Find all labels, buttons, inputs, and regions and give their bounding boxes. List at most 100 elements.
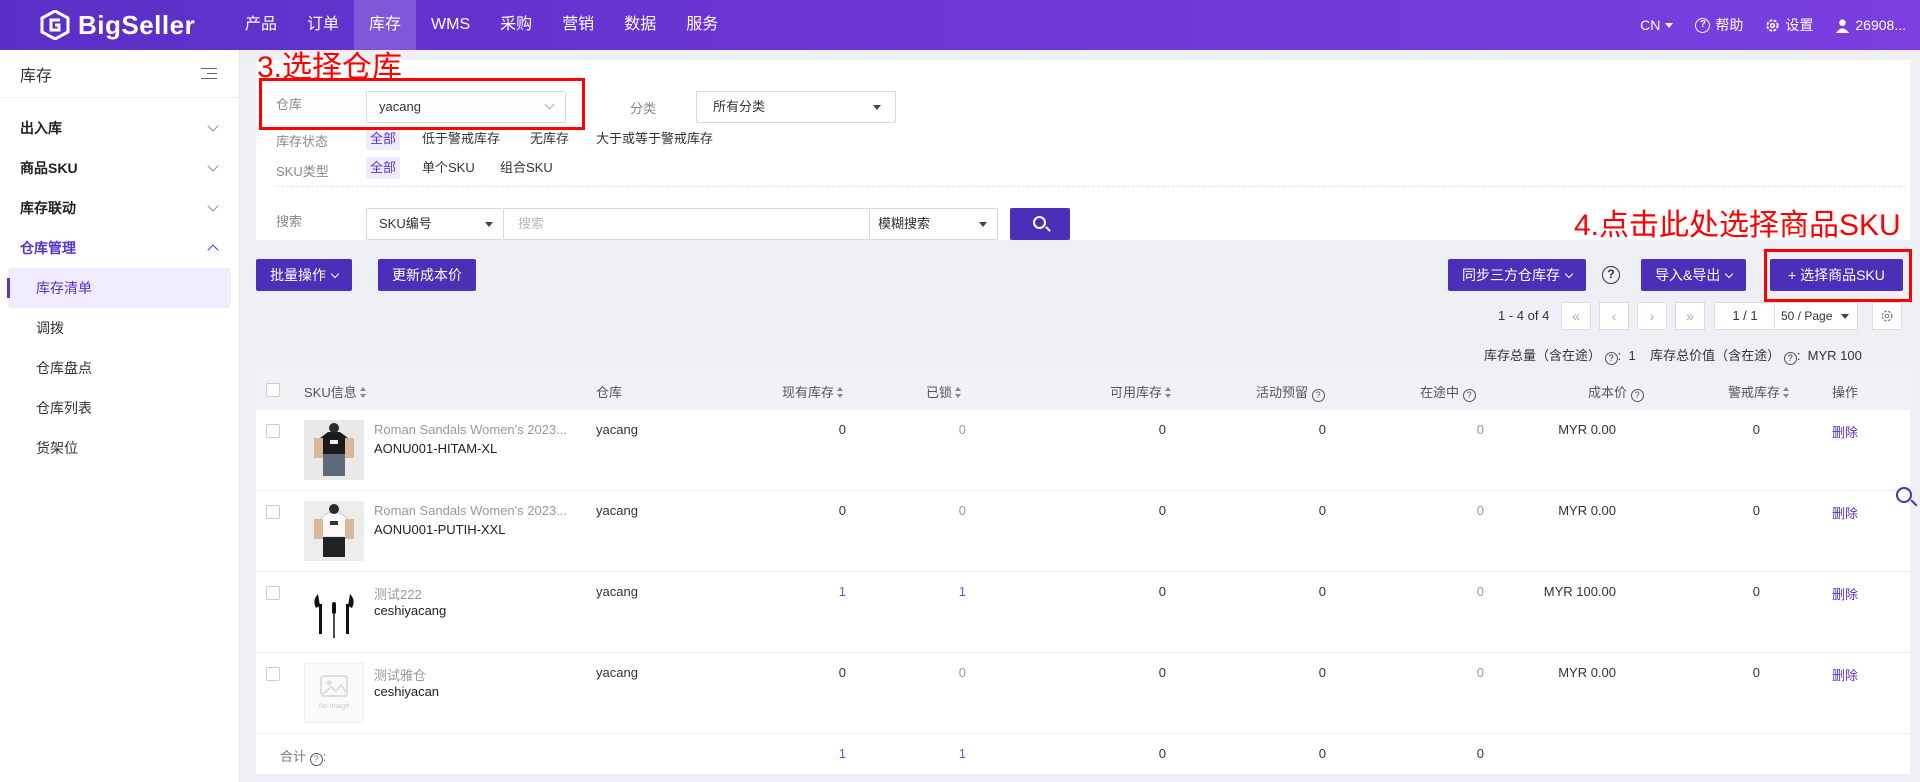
help-link[interactable]: ? 帮助 [1695, 15, 1743, 35]
sidebar-item-stocktake[interactable]: 仓库盘点 [0, 348, 239, 388]
select-all-checkbox[interactable] [266, 383, 280, 397]
row-checkbox[interactable] [266, 667, 280, 681]
locked-cell[interactable]: 0 [896, 665, 966, 680]
nav-item-data[interactable]: 数据 [609, 0, 671, 50]
help-icon[interactable]: ? [1604, 352, 1618, 365]
search-input[interactable]: 搜索 [503, 208, 870, 240]
sidebar-item-stock-list[interactable]: 库存清单 [7, 268, 231, 308]
delete-link[interactable]: 删除 [1832, 665, 1858, 684]
page-indicator[interactable]: 1 / 1 [1714, 302, 1776, 330]
help-icon[interactable]: ? [1630, 389, 1644, 402]
stock-status-below-alert[interactable]: 低于警戒库存 [422, 128, 500, 150]
transit-cell[interactable]: 0 [1414, 422, 1484, 437]
category-select-value: 所有分类 [713, 99, 766, 114]
search-button[interactable] [1010, 208, 1070, 240]
no-image-icon [320, 675, 348, 697]
settings-link[interactable]: 设置 [1765, 15, 1813, 35]
delete-link[interactable]: 删除 [1832, 503, 1858, 522]
stock-status-none[interactable]: 无库存 [530, 128, 569, 150]
locked-cell[interactable]: 0 [896, 422, 966, 437]
import-export-button[interactable]: 导入&导出 [1641, 259, 1747, 291]
search-mode-select[interactable]: 模糊搜索 [869, 208, 998, 240]
col-label: 已锁 [926, 385, 953, 400]
next-page-button[interactable]: › [1637, 302, 1667, 330]
help-icon[interactable]: ? [309, 753, 323, 766]
brand-logo[interactable]: BigSeller [40, 8, 195, 42]
footer-label-text: 合计 [280, 749, 307, 764]
search-field-value: SKU编号 [379, 216, 432, 231]
floating-search-icon[interactable] [1896, 487, 1912, 503]
row-checkbox[interactable] [266, 505, 280, 519]
sort-icon [1783, 387, 1790, 398]
col-onhand[interactable]: 现有库存 [782, 382, 844, 401]
sku-type-all[interactable]: 全部 [366, 157, 401, 179]
nav-item-service[interactable]: 服务 [671, 0, 733, 50]
sidebar-group-sku[interactable]: 商品SKU [0, 148, 239, 188]
col-alert[interactable]: 警戒库存 [1728, 382, 1790, 401]
onhand-cell[interactable]: 1 [776, 584, 846, 599]
user-menu[interactable]: 26908... [1835, 17, 1906, 33]
last-page-button[interactable]: » [1675, 302, 1705, 330]
help-label: 帮助 [1715, 17, 1744, 33]
warehouse-cell: yacang [596, 584, 638, 599]
sort-icon [837, 387, 844, 398]
locked-cell[interactable]: 1 [896, 584, 966, 599]
language-selector[interactable]: CN [1640, 17, 1674, 33]
locked-cell[interactable]: 0 [896, 503, 966, 518]
stock-status-above-alert[interactable]: 大于或等于警戒库存 [596, 128, 713, 150]
search-field-select[interactable]: SKU编号 [366, 208, 504, 240]
col-available[interactable]: 可用库存 [1110, 382, 1172, 401]
help-icon[interactable]: ? [1462, 389, 1476, 402]
nav-item-wms[interactable]: WMS [416, 0, 485, 50]
sku-type-combo[interactable]: 组合SKU [500, 157, 553, 179]
footer-reserved: 0 [1318, 746, 1326, 761]
sidebar-group-inout[interactable]: 出入库 [0, 108, 239, 148]
transit-cell[interactable]: 0 [1414, 584, 1484, 599]
delete-link[interactable]: 删除 [1832, 584, 1858, 603]
sidebar-item-shelves[interactable]: 货架位 [0, 428, 239, 468]
sidebar-group-sync[interactable]: 库存联动 [0, 188, 239, 228]
row-checkbox[interactable] [266, 424, 280, 438]
transit-cell[interactable]: 0 [1414, 503, 1484, 518]
page-size-select[interactable]: 50 / Page [1774, 302, 1858, 330]
help-icon[interactable]: ? [1311, 389, 1325, 402]
update-cost-button[interactable]: 更新成本价 [378, 259, 476, 291]
sidebar-item-warehouse-list[interactable]: 仓库列表 [0, 388, 239, 428]
table-row: Roman Sandals Women's 2023... AONU001-HI… [256, 410, 1910, 491]
product-name[interactable]: Roman Sandals Women's 2023... [374, 422, 579, 437]
footer-available: 0 [1158, 746, 1166, 761]
page-size-value: 50 / Page [1781, 309, 1833, 323]
help-icon[interactable]: ? [1783, 352, 1797, 365]
sidebar-item-transfer[interactable]: 调拨 [0, 308, 239, 348]
sidebar-group-label: 库存联动 [20, 200, 76, 216]
col-label: SKU信息 [304, 385, 357, 400]
cost-cell: MYR 0.00 [1558, 503, 1616, 518]
column-settings-button[interactable] [1872, 302, 1902, 330]
col-locked[interactable]: 已锁 [926, 382, 962, 401]
help-icon[interactable]: ? [1602, 266, 1620, 284]
nav-item-purchase[interactable]: 采购 [485, 0, 547, 50]
first-page-button[interactable]: « [1561, 302, 1591, 330]
sync-3pl-button[interactable]: 同步三方仓库存 [1448, 259, 1586, 291]
delete-link[interactable]: 删除 [1832, 422, 1858, 441]
table-header: SKU信息 仓库 现有库存 已锁 可用库存 活动预留 ? 在途中 ? 成本价 ?… [256, 370, 1910, 410]
chevron-down-icon [1725, 269, 1734, 279]
transit-cell[interactable]: 0 [1414, 665, 1484, 680]
row-checkbox[interactable] [266, 586, 280, 600]
sidebar-header: 库存 [0, 50, 239, 98]
menu-collapse-icon[interactable] [201, 67, 217, 80]
product-name[interactable]: Roman Sandals Women's 2023... [374, 503, 579, 518]
stock-status-all[interactable]: 全部 [366, 128, 401, 150]
prev-page-button[interactable]: ‹ [1599, 302, 1629, 330]
product-name[interactable]: 测试雅仓 [374, 665, 579, 684]
table-row: No Image 测试雅仓 ceshiyacan yacang 0 0 0 0 … [256, 653, 1910, 734]
product-name[interactable]: 测试222 [374, 584, 579, 603]
nav-item-marketing[interactable]: 营销 [547, 0, 609, 50]
sidebar-group-warehouse[interactable]: 仓库管理 [0, 228, 239, 268]
col-sku-info[interactable]: SKU信息 [304, 382, 367, 401]
sku-type-single[interactable]: 单个SKU [422, 157, 475, 179]
category-label: 分类 [630, 101, 657, 116]
bulk-actions-button[interactable]: 批量操作 [256, 259, 352, 291]
category-select[interactable]: 所有分类 [696, 91, 896, 123]
sidebar: 库存 出入库 商品SKU 库存联动 仓库管理 库存清单 调拨 仓库盘点 仓库列表… [0, 50, 240, 782]
